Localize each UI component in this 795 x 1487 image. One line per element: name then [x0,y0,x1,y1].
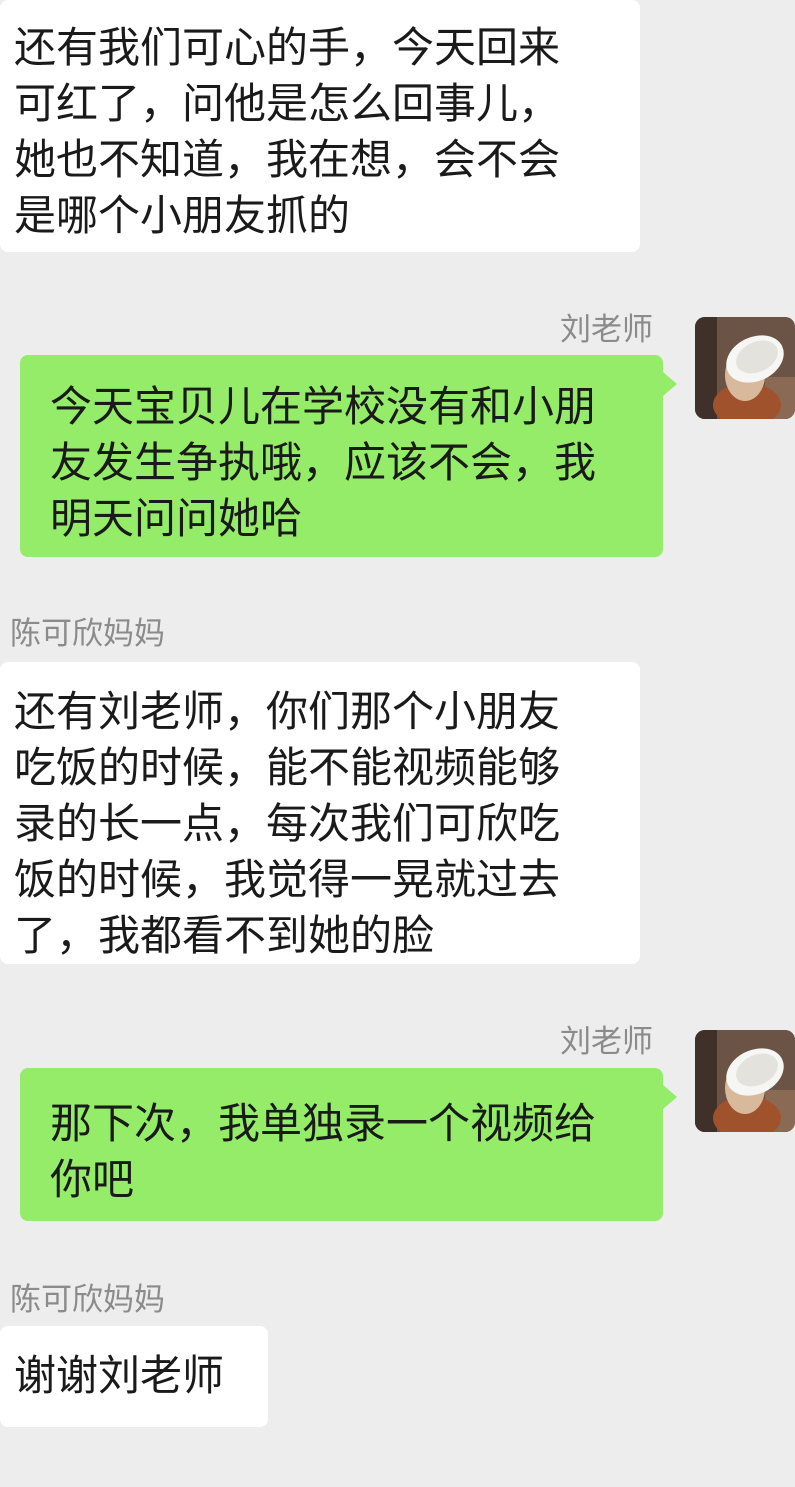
message-bubble-outgoing[interactable]: 今天宝贝儿在学校没有和小朋 友发生争执哦，应该不会，我 明天问问她哈 [20,355,663,557]
teacher-avatar-photo-icon [695,1030,795,1132]
sender-name: 刘老师 [560,1024,653,1060]
teacher-avatar-photo-icon [695,317,795,419]
sender-name: 刘老师 [560,312,653,348]
message-bubble-outgoing[interactable]: 那下次，我单独录一个视频给 你吧 [20,1068,663,1221]
sender-avatar[interactable] [695,1030,795,1132]
bubble-tail [663,372,677,396]
message-bubble-incoming[interactable]: 谢谢刘老师 [0,1326,268,1427]
sender-name: 陈可欣妈妈 [10,1282,165,1318]
message-bubble-incoming[interactable]: 还有我们可心的手，今天回来 可红了，问他是怎么回事儿， 她也不知道，我在想，会不… [0,0,640,252]
sender-name: 陈可欣妈妈 [10,616,165,652]
bubble-tail [663,1085,677,1109]
message-bubble-incoming[interactable]: 还有刘老师，你们那个小朋友 吃饭的时候，能不能视频能够 录的长一点，每次我们可欣… [0,662,640,964]
sender-avatar[interactable] [695,317,795,419]
